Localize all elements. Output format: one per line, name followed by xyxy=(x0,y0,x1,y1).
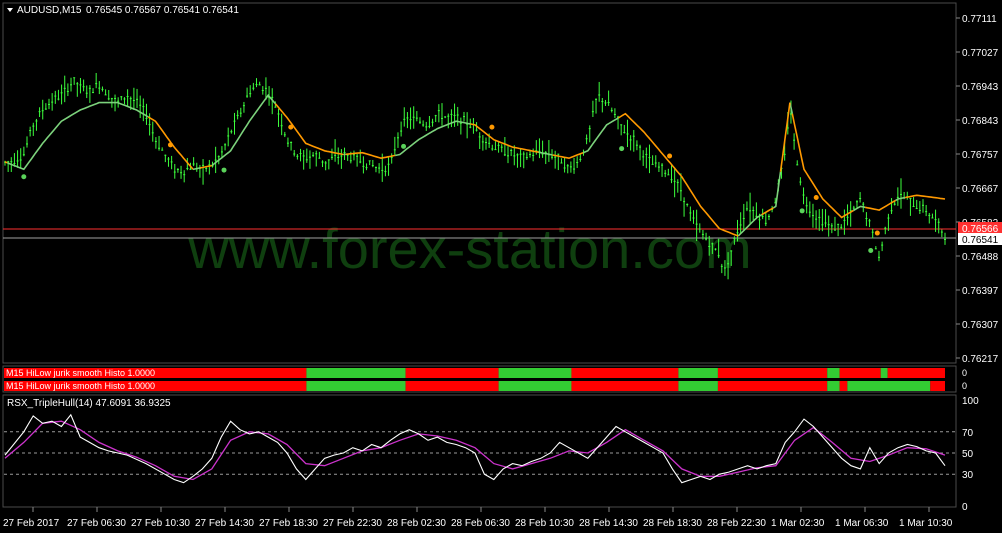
ohlc-values: 0.76545 0.76567 0.76541 0.76541 xyxy=(86,5,239,16)
histo-segment xyxy=(847,381,931,391)
time-tick-label: 1 Mar 10:30 xyxy=(899,518,953,529)
time-tick-label: 1 Mar 02:30 xyxy=(771,518,825,529)
watermark-text: www.forex-station.com xyxy=(187,217,751,280)
histo-segment xyxy=(839,368,881,378)
histo-segment xyxy=(827,381,840,391)
price-tick-label: 0.76843 xyxy=(962,116,999,127)
time-tick-label: 28 Feb 14:30 xyxy=(579,518,638,529)
time-tick-label: 28 Feb 10:30 xyxy=(515,518,574,529)
rsx-axis-label: 0 xyxy=(962,502,968,513)
price-tick-label: 0.77111 xyxy=(962,14,997,25)
sell-dot xyxy=(813,194,819,200)
time-tick-label: 28 Feb 02:30 xyxy=(387,518,446,529)
histo-segment xyxy=(839,381,848,391)
histo-segment xyxy=(880,368,888,378)
time-tick-label: 27 Feb 2017 xyxy=(3,518,60,529)
rsx-axis-label: 70 xyxy=(962,428,974,439)
histo-segment xyxy=(930,381,945,391)
sell-dot xyxy=(489,124,495,130)
price-tick-label: 0.76488 xyxy=(962,252,999,263)
price-tick-label: 0.76217 xyxy=(962,354,999,365)
chart-canvas: www.forex-station.com AUDUSD,M15 0.76545… xyxy=(2,2,1002,529)
rsx-axis: 100 70 50 30 0 xyxy=(962,396,979,513)
histo-segment xyxy=(405,381,499,391)
histo-row-1-label: M15 HiLow jurik smooth Histo 1.0000 xyxy=(6,368,155,378)
histo-segment xyxy=(306,368,406,378)
histo-segment xyxy=(717,381,828,391)
time-tick-label: 28 Feb 18:30 xyxy=(643,518,702,529)
ma-line-up xyxy=(6,93,906,237)
histo-segment xyxy=(405,368,499,378)
buy-dot xyxy=(221,167,227,173)
price-tick-label: 0.76667 xyxy=(962,184,999,195)
time-tick-label: 1 Mar 06:30 xyxy=(835,518,889,529)
rsx-axis-label: 100 xyxy=(962,396,979,407)
buy-dot xyxy=(799,208,805,214)
price-tick-label: 0.76397 xyxy=(962,286,999,297)
histo-segment xyxy=(678,368,718,378)
time-tick-label: 28 Feb 06:30 xyxy=(451,518,510,529)
histo-segment xyxy=(827,368,840,378)
histo-scale-icon: 0 xyxy=(962,368,967,378)
time-axis: 27 Feb 2017 27 Feb 06:30 27 Feb 10:30 27 Fe… xyxy=(3,507,953,529)
time-tick-label: 27 Feb 14:30 xyxy=(195,518,254,529)
buy-dot xyxy=(619,146,625,152)
rsx-axis-label: 30 xyxy=(962,470,974,481)
histo-row-2-label: M15 HiLow jurik smooth Histo 1.0000 xyxy=(6,381,155,391)
histo-scale-icon-2: 0 xyxy=(962,381,967,391)
price-tick-label: 0.76757 xyxy=(962,150,999,161)
histo-segment xyxy=(306,381,406,391)
price-axis: 0.77111 0.77027 0.76943 0.76843 0.76757 0.766… xyxy=(956,14,999,365)
buy-dot xyxy=(21,174,27,180)
sell-dot xyxy=(167,142,173,148)
symbol-label: AUDUSD,M15 xyxy=(17,5,82,16)
price-tick-label: 0.77027 xyxy=(962,48,999,59)
histo-segment xyxy=(887,368,945,378)
sell-dot xyxy=(667,153,673,159)
time-tick-label: 27 Feb 10:30 xyxy=(131,518,190,529)
histo-segment xyxy=(498,368,572,378)
buy-dot xyxy=(401,143,407,149)
rsx-label: RSX_TripleHull(14) 47.6091 36.9325 xyxy=(7,398,171,409)
price-tick-label: 0.76307 xyxy=(962,320,999,331)
histo-segment xyxy=(717,368,828,378)
histo-segment xyxy=(571,381,679,391)
time-tick-label: 28 Feb 22:30 xyxy=(707,518,766,529)
current-price-gray-label: 0.76541 xyxy=(962,235,999,246)
triangle-down-icon[interactable] xyxy=(7,8,13,12)
price-tick-label: 0.76943 xyxy=(962,82,999,93)
sell-dot xyxy=(288,124,294,130)
rsx-axis-label: 50 xyxy=(962,449,974,460)
histo-segment xyxy=(571,368,679,378)
histo-segment xyxy=(678,381,718,391)
sell-dot xyxy=(874,230,880,236)
time-tick-label: 27 Feb 06:30 xyxy=(67,518,126,529)
rsx-levels xyxy=(4,431,955,475)
histo-segment xyxy=(170,381,307,391)
hull-line xyxy=(4,420,946,481)
buy-dot xyxy=(868,247,874,253)
time-tick-label: 27 Feb 22:30 xyxy=(323,518,382,529)
histo-segment xyxy=(498,381,572,391)
time-tick-label: 27 Feb 18:30 xyxy=(259,518,318,529)
histo-segment xyxy=(170,368,307,378)
rsx-line xyxy=(4,413,946,484)
